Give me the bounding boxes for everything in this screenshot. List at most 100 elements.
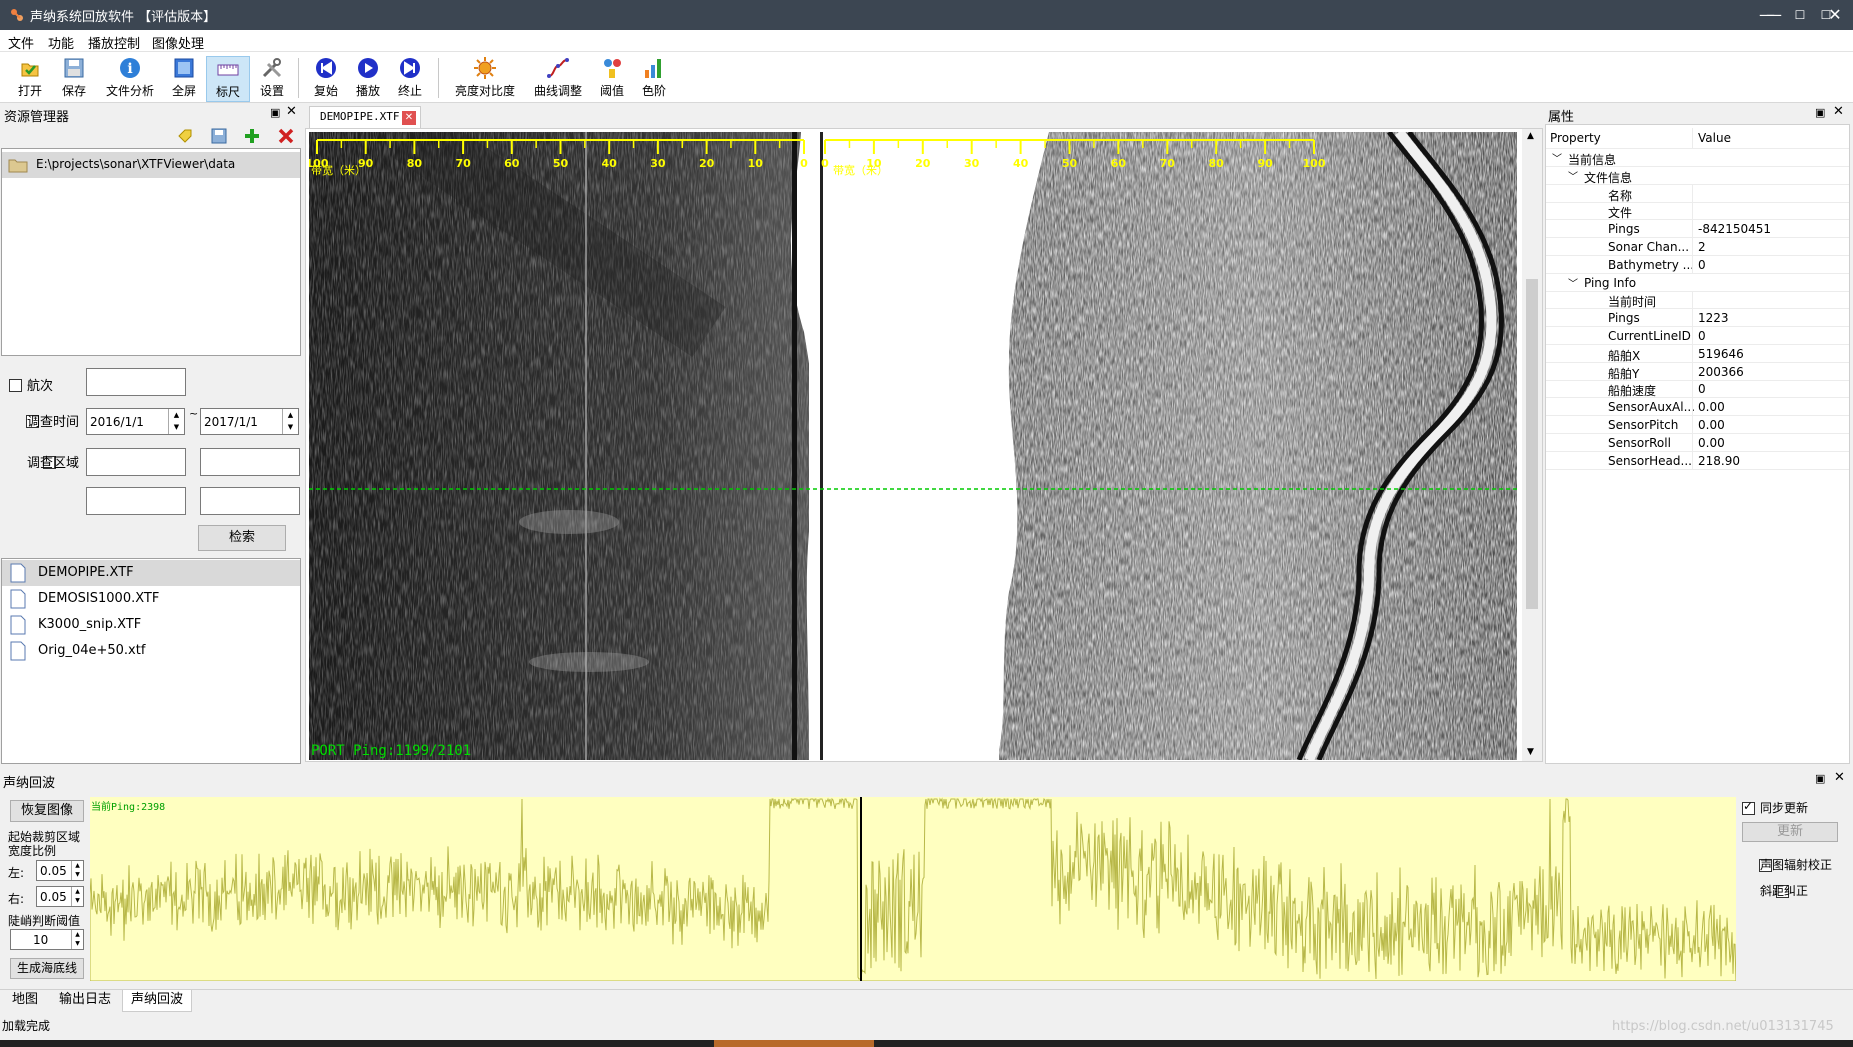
property-value[interactable]: 218.90	[1698, 454, 1740, 468]
menu-file[interactable]: 文件	[8, 33, 34, 52]
threshold-input[interactable]: 10 ▲ ▼	[10, 929, 84, 950]
menu-image-processing[interactable]: 图像处理	[152, 33, 204, 52]
close-panel-icon[interactable]: ✕	[1833, 104, 1844, 119]
property-value[interactable]: 1223	[1698, 311, 1729, 325]
close-panel-icon[interactable]: ✕	[286, 104, 297, 119]
search-button[interactable]: 检索	[198, 525, 286, 551]
group-file-info[interactable]: ﹀ 文件信息	[1546, 167, 1849, 185]
maximize-icon[interactable]: ☐	[1782, 0, 1818, 30]
brightness-contrast-button[interactable]: 亮度对比度	[450, 56, 520, 102]
property-row[interactable]: Pings 1223	[1546, 309, 1849, 328]
area-input-2[interactable]	[200, 448, 300, 476]
property-value[interactable]: 0.00	[1698, 400, 1725, 414]
property-row[interactable]: Bathymetry ... 0	[1546, 255, 1849, 274]
stop-button[interactable]: 终止	[392, 56, 428, 102]
save-icon[interactable]	[210, 127, 228, 145]
curve-adjust-button[interactable]: 曲线调整	[530, 56, 586, 102]
list-item[interactable]: DEMOSIS1000.XTF	[2, 586, 300, 612]
expand-chevron-icon[interactable]: ﹀	[1568, 275, 1578, 290]
property-value[interactable]: 0.00	[1698, 418, 1725, 432]
scroll-thumb[interactable]	[1526, 279, 1538, 609]
property-row[interactable]: 船舶Y 200366	[1546, 362, 1849, 381]
area-input-4[interactable]	[200, 487, 300, 515]
property-row[interactable]: 名称	[1546, 184, 1849, 203]
property-value[interactable]: 0.00	[1698, 436, 1725, 450]
property-value[interactable]: 200366	[1698, 365, 1744, 379]
property-row[interactable]: 船舶X 519646	[1546, 344, 1849, 363]
generate-seabed-button[interactable]: 生成海底线	[10, 958, 84, 979]
play-button[interactable]: 播放	[350, 56, 386, 102]
date-to-input[interactable]: 2017/1/1 ▲ ▼	[200, 408, 299, 435]
property-row[interactable]: Sonar Chan... 2	[1546, 238, 1849, 256]
expand-chevron-icon[interactable]: ﹀	[1568, 168, 1578, 183]
group-current-info[interactable]: ﹀ 当前信息	[1546, 149, 1849, 167]
voyage-input[interactable]	[86, 368, 186, 396]
list-item[interactable]: K3000_snip.XTF	[2, 612, 300, 638]
area-input-1[interactable]	[86, 448, 186, 476]
scroll-up-icon[interactable]: ▲	[1527, 131, 1534, 141]
property-value[interactable]: 519646	[1698, 347, 1744, 361]
spinner[interactable]: ▲ ▼	[71, 887, 83, 906]
list-item[interactable]: DEMOPIPE.XTF	[2, 560, 300, 586]
close-button[interactable]: ✕	[1817, 0, 1853, 30]
sonar-image[interactable]: 100 90 80 70 60 50 40 30 20 10 0 0 10 20 30 40 50 60 70 80…	[309, 132, 1517, 760]
restore-image-button[interactable]: 恢复图像	[10, 800, 84, 822]
add-icon[interactable]	[243, 127, 261, 145]
folder-row[interactable]: E:\projects\sonar\XTFViewer\data	[2, 152, 300, 178]
date-from-input[interactable]: 2016/1/1 ▲ ▼	[86, 408, 185, 435]
echo-plot[interactable]: 当前Ping:2398	[89, 797, 1737, 982]
property-row[interactable]: 文件	[1546, 202, 1849, 221]
vertical-scrollbar[interactable]: ▲ ▼	[1522, 129, 1542, 761]
fullscreen-button[interactable]: 全屏	[166, 56, 202, 102]
property-row[interactable]: CurrentLineID 0	[1546, 327, 1849, 345]
property-row[interactable]: 当前时间	[1546, 291, 1849, 310]
minimize-button[interactable]: —	[1747, 0, 1787, 30]
color-scale-button[interactable]: 色阶	[636, 56, 672, 102]
float-icon[interactable]: ▣	[1815, 772, 1825, 785]
open-button[interactable]: 打开	[10, 56, 50, 102]
threshold-button[interactable]: 阈值	[594, 56, 630, 102]
date-spinner[interactable]: ▲ ▼	[282, 409, 298, 434]
float-icon[interactable]: ▣	[1815, 106, 1825, 119]
tab-demopipe[interactable]: DEMOPIPE.XTF ✕	[309, 106, 421, 128]
settings-button[interactable]: 设置	[254, 56, 290, 102]
date-spinner[interactable]: ▲ ▼	[168, 409, 184, 434]
property-value[interactable]: -842150451	[1698, 222, 1771, 236]
spinner[interactable]: ▲ ▼	[71, 861, 83, 880]
voyage-checkbox[interactable]	[9, 379, 22, 392]
rewind-button[interactable]: 复始	[308, 56, 344, 102]
property-row[interactable]: SensorHead... 218.90	[1546, 451, 1849, 470]
tab-sonar-echo[interactable]: 声纳回波	[122, 990, 192, 1012]
property-row[interactable]: SensorPitch 0.00	[1546, 416, 1849, 434]
property-row[interactable]: SensorAuxAl... 0.00	[1546, 398, 1849, 417]
property-row[interactable]: Pings -842150451	[1546, 220, 1849, 239]
tab-output-log[interactable]: 输出日志	[50, 990, 120, 1012]
list-item[interactable]: Orig_04e+50.xtf	[2, 638, 300, 664]
menu-function[interactable]: 功能	[48, 33, 74, 52]
property-value[interactable]: 0	[1698, 329, 1706, 343]
property-row[interactable]: SensorRoll 0.00	[1546, 433, 1849, 452]
file-analysis-button[interactable]: i 文件分析	[102, 56, 158, 102]
left-ratio-input[interactable]: 0.05 ▲ ▼	[36, 860, 84, 881]
close-panel-icon[interactable]: ✕	[1834, 770, 1845, 785]
menu-playback[interactable]: 播放控制	[88, 33, 140, 52]
tab-map[interactable]: 地图	[2, 990, 48, 1012]
save-button[interactable]: 保存	[54, 56, 94, 102]
property-value[interactable]: 0	[1698, 258, 1706, 272]
property-row[interactable]: 船舶速度 0	[1546, 380, 1849, 399]
sync-update-checkbox[interactable]	[1742, 799, 1755, 815]
scroll-down-icon[interactable]: ▼	[1527, 747, 1534, 757]
right-ratio-input[interactable]: 0.05 ▲ ▼	[36, 886, 84, 907]
tag-icon[interactable]	[176, 127, 194, 145]
property-value[interactable]: 0	[1698, 382, 1706, 396]
expand-chevron-icon[interactable]: ﹀	[1552, 150, 1562, 165]
area-input-3[interactable]	[86, 487, 186, 515]
group-ping-info[interactable]: ﹀ Ping Info	[1546, 274, 1849, 292]
ruler-button[interactable]: 标尺	[206, 56, 250, 102]
property-value[interactable]: 2	[1698, 240, 1706, 254]
delete-icon[interactable]	[277, 127, 295, 145]
spinner[interactable]: ▲ ▼	[71, 930, 83, 949]
close-tab-icon[interactable]: ✕	[402, 111, 416, 125]
float-icon[interactable]: ▣	[270, 106, 280, 119]
update-button[interactable]: 更新	[1742, 822, 1838, 842]
